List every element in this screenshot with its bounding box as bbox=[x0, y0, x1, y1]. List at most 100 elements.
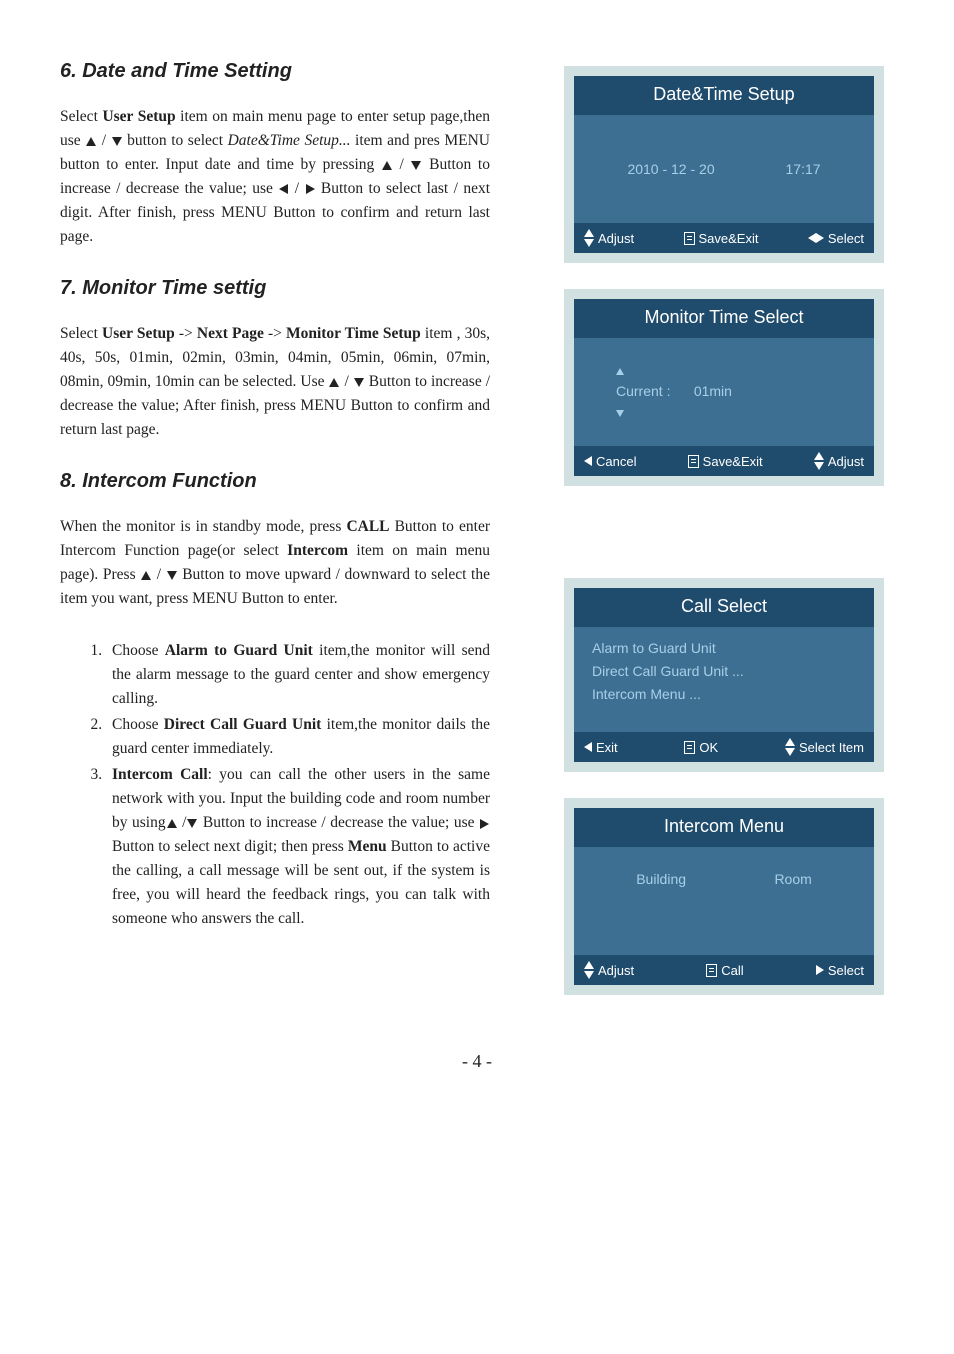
footer-call: Call bbox=[706, 963, 743, 978]
screen-footer: Exit OK Select Item bbox=[574, 732, 874, 762]
list-item: Choose Direct Call Guard Unit item,the m… bbox=[106, 713, 490, 761]
left-arrow-icon bbox=[584, 456, 592, 466]
footer-exit: Exit bbox=[584, 740, 618, 755]
term-user-setup: User Setup bbox=[102, 325, 175, 342]
list-item: Choose Alarm to Guard Unit item,the moni… bbox=[106, 639, 490, 711]
term-next-page: Next Page bbox=[197, 325, 264, 342]
body-8-intro: When the monitor is in standby mode, pre… bbox=[60, 515, 490, 611]
text: / bbox=[340, 373, 352, 390]
text: / bbox=[289, 180, 304, 197]
body-8-list: Choose Alarm to Guard Unit item,the moni… bbox=[60, 639, 490, 931]
text: -> bbox=[175, 325, 197, 342]
up-arrow-icon bbox=[329, 378, 339, 387]
leftright-icon bbox=[808, 231, 824, 246]
updown-icon bbox=[584, 961, 594, 979]
left-arrow-icon bbox=[584, 742, 592, 752]
col-room: Room bbox=[774, 869, 811, 933]
up-arrow-icon bbox=[86, 137, 96, 146]
footer-save: Save&Exit bbox=[688, 454, 763, 469]
footer-label: Select bbox=[828, 963, 864, 978]
screen-content: Building Room bbox=[574, 847, 874, 955]
footer-cancel: Cancel bbox=[584, 454, 636, 469]
screen-footer: Adjust Save&Exit Select bbox=[574, 223, 874, 253]
down-arrow-icon bbox=[112, 137, 122, 146]
footer-label: Adjust bbox=[828, 454, 864, 469]
list-item: Alarm to Guard Unit bbox=[592, 637, 856, 660]
footer-label: Select bbox=[828, 231, 864, 246]
time-value: 17:17 bbox=[786, 159, 821, 180]
footer-select: Select bbox=[816, 963, 864, 978]
footer-adjust: Adjust bbox=[814, 452, 864, 470]
text: Button to select next digit; then press bbox=[112, 838, 348, 855]
screen-title: Date&Time Setup bbox=[574, 76, 874, 115]
text: Choose bbox=[112, 716, 164, 733]
heading-8: 8. Intercom Function bbox=[60, 470, 490, 493]
list-item: Intercom Call: you can call the other us… bbox=[106, 763, 490, 931]
screen-title: Call Select bbox=[574, 588, 874, 627]
footer-label: Save&Exit bbox=[703, 454, 763, 469]
screen-title: Intercom Menu bbox=[574, 808, 874, 847]
down-arrow-icon bbox=[354, 378, 364, 387]
term-monitor-time-setup: Monitor Time Setup bbox=[286, 325, 421, 342]
footer-label: Select Item bbox=[799, 740, 864, 755]
right-arrow-icon bbox=[306, 184, 315, 194]
panel-date-time: Date&Time Setup 2010 - 12 - 20 17:17 Adj… bbox=[564, 66, 884, 263]
screen-footer: Adjust Call Select bbox=[574, 955, 874, 985]
term-call: CALL bbox=[346, 518, 389, 535]
screen-footer: Cancel Save&Exit Adjust bbox=[574, 446, 874, 476]
text: / bbox=[393, 156, 411, 173]
screen-title: Monitor Time Select bbox=[574, 299, 874, 338]
term-alarm-guard: Alarm to Guard Unit bbox=[165, 642, 313, 659]
page-number: - 4 - bbox=[60, 1051, 894, 1072]
down-arrow-icon bbox=[411, 161, 421, 170]
right-arrow-icon bbox=[816, 965, 824, 975]
footer-label: Save&Exit bbox=[699, 231, 759, 246]
screen-content: 2010 - 12 - 20 17:17 bbox=[574, 115, 874, 223]
list-item: Intercom Menu ... bbox=[592, 683, 856, 706]
up-arrow-icon bbox=[141, 571, 151, 580]
text: Choose bbox=[112, 642, 165, 659]
term-date-time-setup: Date&Time Setup... bbox=[228, 132, 351, 149]
screen-content: Current : 01min bbox=[574, 338, 874, 446]
up-arrow-icon bbox=[616, 368, 624, 375]
text: / bbox=[178, 814, 187, 831]
footer-label: Exit bbox=[596, 740, 618, 755]
term-intercom: Intercom bbox=[287, 542, 348, 559]
footer-adjust: Adjust bbox=[584, 229, 634, 247]
doc-icon bbox=[684, 741, 695, 754]
text: button to select bbox=[123, 132, 228, 149]
doc-icon bbox=[688, 455, 699, 468]
body-6: Select User Setup item on main menu page… bbox=[60, 105, 490, 249]
screen-content: Alarm to Guard Unit Direct Call Guard Un… bbox=[574, 627, 874, 732]
updown-icon bbox=[584, 229, 594, 247]
text: / bbox=[97, 132, 110, 149]
up-arrow-icon bbox=[167, 819, 177, 828]
doc-icon bbox=[706, 964, 717, 977]
right-arrow-icon bbox=[480, 819, 489, 829]
term-user-setup: User Setup bbox=[102, 108, 175, 125]
down-arrow-icon bbox=[616, 410, 624, 417]
body-7: Select User Setup -> Next Page -> Monito… bbox=[60, 322, 490, 442]
date-value: 2010 - 12 - 20 bbox=[627, 159, 714, 180]
current-label: Current : bbox=[616, 383, 670, 399]
text: Select bbox=[60, 325, 102, 342]
term-menu: Menu bbox=[348, 838, 387, 855]
footer-select: Select Item bbox=[785, 738, 864, 756]
text: When the monitor is in standby mode, pre… bbox=[60, 518, 346, 535]
text: -> bbox=[264, 325, 286, 342]
term-direct-call-guard: Direct Call Guard Unit bbox=[164, 716, 322, 733]
footer-label: Adjust bbox=[598, 963, 634, 978]
text: Button to increase / decrease the value;… bbox=[198, 814, 479, 831]
footer-label: OK bbox=[699, 740, 718, 755]
up-arrow-icon bbox=[382, 161, 392, 170]
col-building: Building bbox=[636, 869, 686, 933]
term-intercom-call: Intercom Call bbox=[112, 766, 208, 783]
footer-save: Save&Exit bbox=[684, 231, 759, 246]
footer-select: Select bbox=[808, 231, 864, 246]
panel-monitor-time: Monitor Time Select Current : 01min Canc… bbox=[564, 289, 884, 486]
updown-icon bbox=[814, 452, 824, 470]
down-arrow-icon bbox=[187, 819, 197, 828]
footer-ok: OK bbox=[684, 740, 718, 755]
footer-label: Cancel bbox=[596, 454, 636, 469]
footer-label: Call bbox=[721, 963, 743, 978]
